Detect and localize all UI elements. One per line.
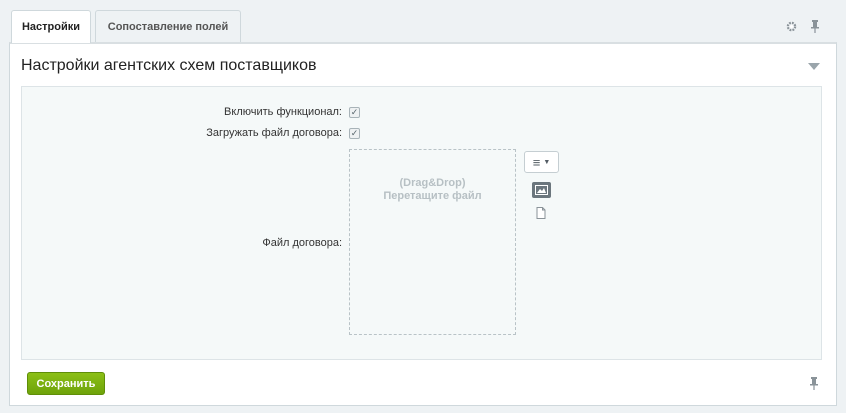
tabs-bar: Настройки Сопоставление полей <box>9 6 837 43</box>
tab-field-mapping[interactable]: Сопоставление полей <box>95 10 241 42</box>
image-icon[interactable] <box>532 182 551 198</box>
enable-feature-label: Включить функционал: <box>224 106 342 118</box>
file-menu-button[interactable]: ≡ ▼ <box>524 151 559 173</box>
dropzone-text: Перетащите файл <box>383 190 482 202</box>
form-area: Включить функционал: ✓ Загружать файл до… <box>21 86 822 360</box>
pin-icon[interactable] <box>811 20 819 35</box>
settings-panel: Настройки агентских схем поставщиков Вкл… <box>9 42 837 406</box>
save-button[interactable]: Сохранить <box>27 372 105 395</box>
contract-file-label: Файл договора: <box>262 237 342 249</box>
triangle-down-icon[interactable] <box>808 63 820 70</box>
file-dropzone[interactable]: (Drag&Drop) Перетащите файл <box>349 149 516 335</box>
enable-feature-checkbox[interactable]: ✓ <box>349 107 360 118</box>
upload-contract-checkbox[interactable]: ✓ <box>349 128 360 139</box>
tab-toolbar <box>786 20 819 35</box>
pin-icon[interactable] <box>810 377 818 393</box>
upload-contract-label: Загружать файл договора: <box>206 127 342 139</box>
file-icon[interactable] <box>536 207 546 222</box>
check-icon: ✓ <box>350 128 359 138</box>
gear-icon[interactable] <box>786 21 797 34</box>
tab-settings[interactable]: Настройки <box>11 10 91 43</box>
check-icon: ✓ <box>350 107 359 117</box>
section-title: Настройки агентских схем поставщиков <box>21 57 317 74</box>
dropzone-hint: (Drag&Drop) <box>399 177 466 189</box>
chevron-down-icon: ▼ <box>543 158 551 166</box>
menu-icon: ≡ <box>532 154 541 170</box>
